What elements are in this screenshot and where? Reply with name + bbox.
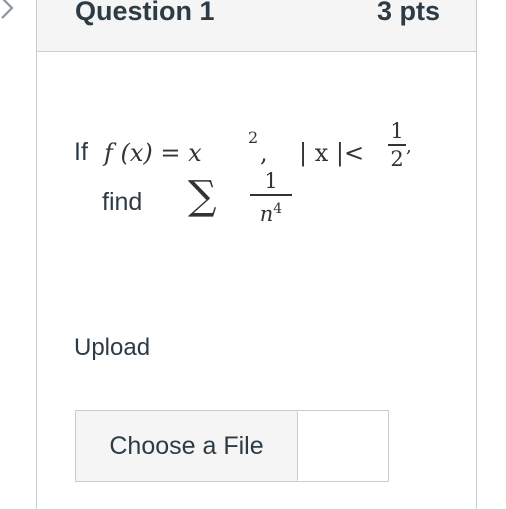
denominator-exponent: 4 xyxy=(273,200,283,217)
fraction-numerator: 1 xyxy=(264,169,278,193)
upload-label: Upload xyxy=(74,334,151,361)
question-title: Question 1 xyxy=(75,0,215,26)
denominator-base: n xyxy=(259,201,274,226)
fraction-bar xyxy=(388,144,406,146)
question-points: 3 pts xyxy=(376,0,440,26)
equation-exponent: 2 xyxy=(248,128,259,147)
equation-text: f (x) = x xyxy=(104,139,202,167)
question-header: Question 1 3 pts xyxy=(37,0,476,52)
find-word: find xyxy=(102,188,143,216)
fraction-one-over-n4: 1 n4 xyxy=(250,170,292,225)
fraction-bar xyxy=(250,194,292,196)
page: Question 1 3 pts If f (x) = x 2 , | x |<… xyxy=(0,0,506,509)
chevron-left-icon[interactable] xyxy=(0,0,22,28)
fraction-numerator: 1 xyxy=(390,119,404,143)
if-word: If xyxy=(74,138,88,166)
function-equation: f (x) = x xyxy=(104,139,202,167)
equation-comma: , xyxy=(260,139,268,167)
choose-file-button[interactable]: Choose a File xyxy=(76,411,298,481)
fraction-denominator: n4 xyxy=(250,198,292,225)
question-card: Question 1 3 pts If f (x) = x 2 , | x |<… xyxy=(36,0,477,509)
fraction-denominator: 2 xyxy=(390,146,404,171)
fraction-one-half: 1 2 xyxy=(388,120,406,170)
abs-condition: | x |< xyxy=(299,139,365,167)
condition-comma: , xyxy=(406,136,412,157)
file-upload-field[interactable]: Choose a File xyxy=(75,410,389,482)
sigma-symbol: ∑ xyxy=(188,173,217,219)
